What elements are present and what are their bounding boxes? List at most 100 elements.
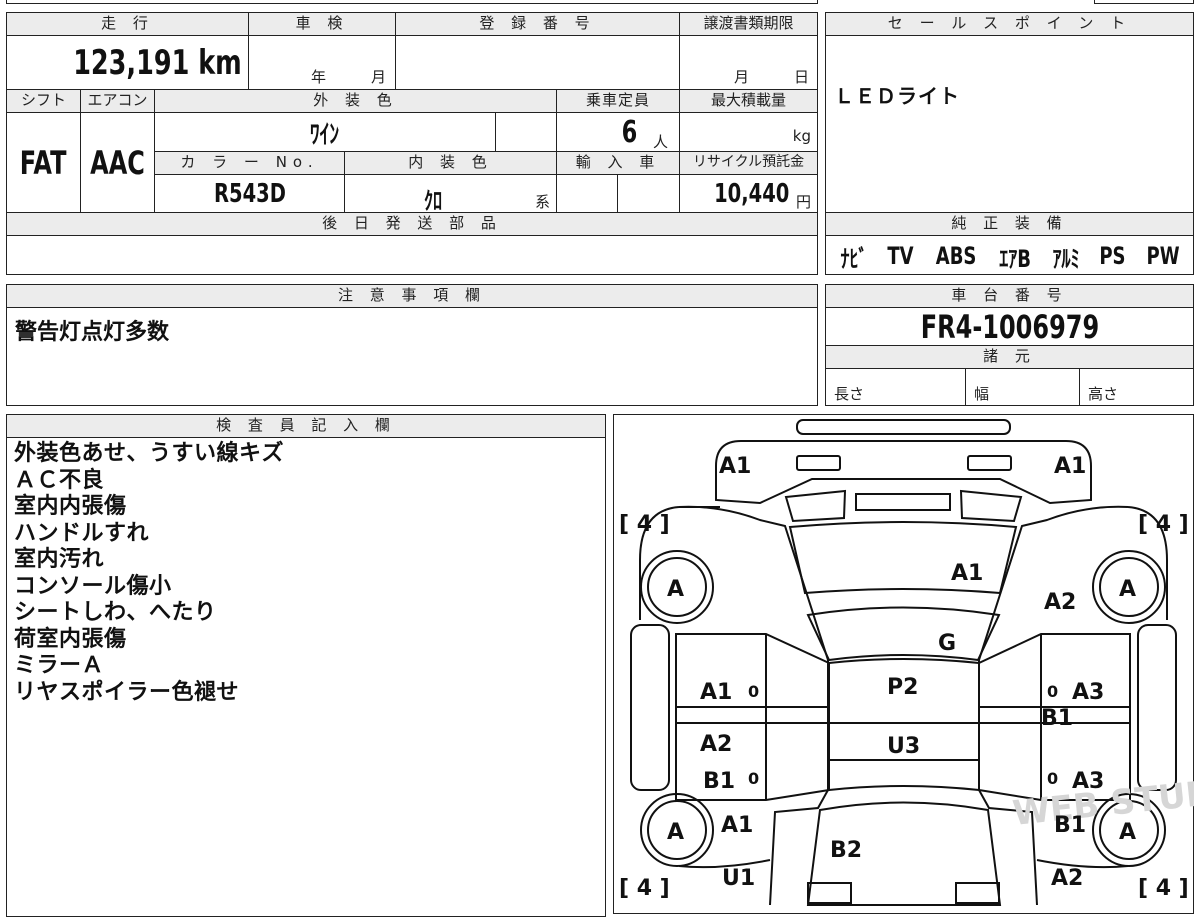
sales-point-cell: ＬＥＤライト [825,35,1194,213]
inspector-line: ＡＣ不良 [14,467,105,493]
inspector-line: 荷室内張傷 [14,626,127,652]
color-no-header: カ ラ ー No. [154,151,345,175]
transfer-deadline-header: 譲渡書類期限 [679,12,818,36]
mark-left-front-door-b: 0 [748,682,759,701]
inspector-line: ハンドルすれ [14,520,150,546]
mark-right-rear-door-b: A3 [1072,769,1104,794]
wheel-grade-rear-left: A [667,820,684,845]
mark-right-front-door-b: A3 [1072,680,1104,705]
notes-header: 注 意 事 項 欄 [6,284,818,308]
mark-front-right-fender: A2 [1044,590,1076,615]
chassis-number: FR4-1006979 [920,307,1099,346]
inspection-month-label: 月 [371,68,387,86]
specs-header: 諸 元 [825,345,1194,369]
wheel-grade-front-right: A [1119,577,1136,602]
tire-depth-rear-left: [ 4 ] [619,876,670,901]
color-no-value: R543D [213,178,286,209]
condition-diagram: WEB STUDIO [ 4 ] [ 4 ] [ 4 ] [ 4 ] A A A… [613,414,1194,914]
exterior-color-cell: ﾜｲﾝ [154,112,496,152]
mark-right-rear-door-a: 0 [1047,769,1058,788]
wheel-grade-front-left: A [667,577,684,602]
transfer-deadline-cell: 月 日 [679,35,818,90]
mark-right-front-door-a: 0 [1047,682,1058,701]
tire-depth-front-left: [ 4 ] [619,512,670,537]
import-cell-b [617,174,680,213]
mark-left-rear-door-b: B1 [703,769,735,794]
exterior-color-extra-cell [495,112,557,152]
equipment-alloy: ｱﾙﾐ [1052,244,1080,273]
capacity-value: 6 [621,115,638,150]
inspector-line: 外装色あせ、うすい線キズ [14,441,285,466]
mark-roof-rear: U3 [887,734,920,759]
top-partial-row [6,0,818,4]
import-cell-a [556,174,618,213]
chassis-cell: FR4-1006979 [825,307,1194,346]
sales-point-text: ＬＥＤライト [834,84,960,108]
wheel-grade-rear-right: A [1119,820,1136,845]
spec-height-label: 高さ [1088,385,1119,403]
car-diagram-svg: WEB STUDIO [ 4 ] [ 4 ] [ 4 ] [ 4 ] A A A… [619,419,1194,906]
import-header: 輸 入 車 [556,151,680,175]
equipment-abs: ABS [935,242,977,270]
mileage-header: 走 行 [6,12,249,36]
aircon-header: エアコン [80,89,155,113]
mark-windshield: G [938,631,956,656]
recycle-header: リサイクル預託金 [679,151,818,175]
mark-right-rear-bumper: A2 [1051,866,1083,891]
mark-front-right-corner: A1 [1054,454,1086,479]
shift-cell: FAT [6,112,81,213]
later-parts-header: 後 日 発 送 部 品 [6,212,818,236]
notes-cell: 警告灯点灯多数 [6,307,818,406]
aircon-cell: AAC [80,112,155,213]
shift-header: シフト [6,89,81,113]
mark-left-rear-bumper: U1 [722,866,755,891]
inspection-year-label: 年 [311,68,327,86]
spec-height-cell: 高さ [1079,368,1194,406]
mileage-cell: 123,191 km [6,35,249,90]
mark-left-rear-door-c: 0 [748,769,759,788]
inspector-line: コンソール傷小 [14,573,172,599]
transfer-month-label: 月 [734,68,750,86]
max-load-cell: kg [679,112,818,152]
spec-length-label: 長さ [834,385,865,403]
sales-point-header: セ ー ル ス ポ イ ン ト [825,12,1194,36]
interior-color-header: 内 装 色 [344,151,557,175]
mileage-value: 123,191 km [73,42,242,83]
transfer-day-label: 日 [794,68,810,86]
mark-rear-gate: B2 [830,838,862,863]
exterior-color-value: ﾜｲﾝ [310,119,340,150]
max-load-unit: kg [792,127,811,145]
interior-color-cell: ｸﾛ 系 [344,174,557,215]
recycle-cell: 10,440 円 [679,174,818,213]
exterior-color-header: 外 装 色 [154,89,557,113]
inspector-line: 室内内張傷 [14,494,127,519]
equipment-cell: ﾅﾋﾞ TV ABS ｴｱB ｱﾙﾐ PS PW [825,235,1194,275]
inspector-line: シートしわ、へたり [14,600,217,625]
shift-value: FAT [20,143,67,182]
top-partial-row-right [1094,0,1194,4]
chassis-header: 車 台 番 号 [825,284,1194,308]
mark-right-rear-fender: B1 [1054,813,1086,838]
capacity-cell: 6 人 [556,112,680,152]
aircon-value: AAC [90,143,145,182]
equipment-airbag: ｴｱB [999,244,1032,273]
equipment-pw: PW [1146,242,1180,270]
max-load-header: 最大積載量 [679,89,818,113]
spec-width-label: 幅 [974,385,990,403]
inspector-line: ミラーＡ [14,653,105,678]
mark-left-rear-fender: A1 [721,813,753,838]
mark-right-front-door-c: B1 [1041,706,1073,731]
spec-width-cell: 幅 [965,368,1080,406]
inspection-cell: 年 月 [248,35,396,90]
mark-left-rear-door: A2 [700,732,732,757]
mark-roof-front: P2 [887,675,918,700]
spec-length-cell: 長さ [825,368,966,406]
interior-color-value: ｸﾛ [424,187,442,215]
equipment-navi: ﾅﾋﾞ [840,244,868,273]
inspector-header: 検 査 員 記 入 欄 [6,414,606,438]
registration-cell [395,35,680,90]
mark-hood: A1 [951,561,983,586]
equipment-ps: PS [1099,242,1126,270]
equipment-header: 純 正 装 備 [825,212,1194,236]
equipment-tv: TV [887,242,914,270]
